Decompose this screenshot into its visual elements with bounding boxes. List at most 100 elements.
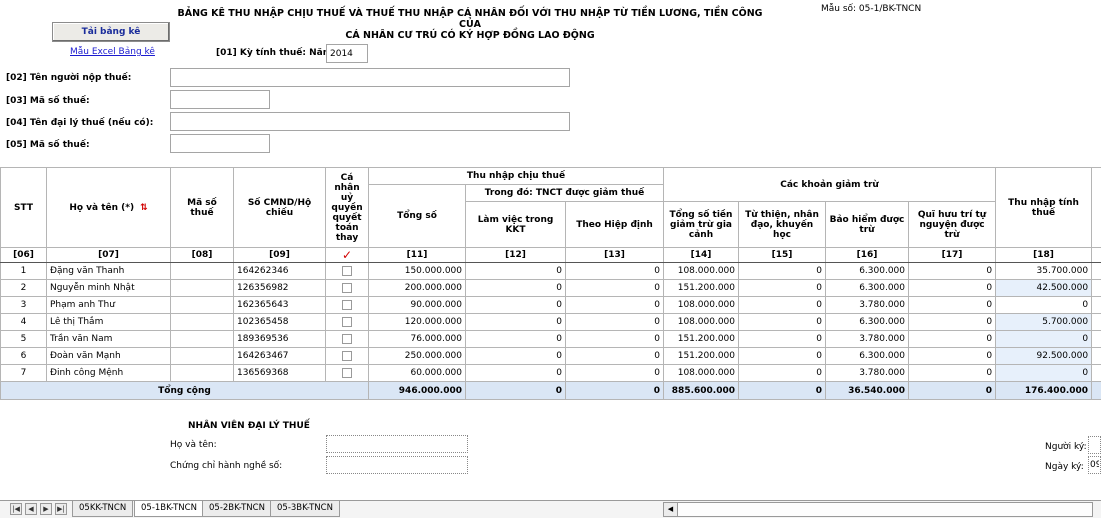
row-tax-code[interactable] (170, 296, 234, 314)
row-authorized[interactable] (325, 347, 369, 365)
row-agreement[interactable]: 0 (565, 296, 664, 314)
row-assessable[interactable]: 5.700.000 (995, 313, 1093, 331)
row-charity[interactable]: 0 (738, 296, 826, 314)
row-name[interactable]: Đặng văn Thanh (46, 262, 171, 280)
sheet-tab[interactable]: 05-2BK-TNCN (202, 501, 272, 517)
row-tax-code[interactable] (170, 330, 234, 348)
row-insurance[interactable]: 3.780.000 (825, 330, 909, 348)
row-assessable[interactable]: 0 (995, 330, 1093, 348)
row-stt[interactable]: 7 (0, 364, 47, 382)
row-pension[interactable]: 0 (907, 279, 997, 297)
row-pension[interactable]: 0 (907, 262, 997, 280)
row-insurance[interactable]: 6.300.000 (825, 313, 909, 331)
agent-name-input[interactable] (170, 112, 570, 131)
row-id-no[interactable]: 102365458 (233, 313, 326, 331)
authorize-checkbox[interactable] (342, 367, 352, 378)
row-name[interactable]: Trần văn Nam (46, 330, 171, 348)
row-family[interactable]: 151.200.000 (663, 347, 739, 365)
first-sheet-icon[interactable]: |◀ (10, 503, 22, 515)
row-stt[interactable]: 4 (0, 313, 47, 331)
authorize-checkbox[interactable] (342, 282, 352, 293)
row-insurance[interactable]: 3.780.000 (825, 296, 909, 314)
row-name[interactable]: Phạm anh Thư (46, 296, 171, 314)
sheet-tab[interactable]: 05KK-TNCN (72, 501, 134, 517)
row-kkt[interactable]: 0 (465, 313, 566, 331)
authorize-checkbox[interactable] (342, 265, 352, 276)
prev-sheet-icon[interactable]: ◀ (25, 503, 37, 515)
row-kkt[interactable]: 0 (465, 279, 566, 297)
sheet-tab[interactable]: 05-3BK-TNCN (270, 501, 340, 517)
row-name[interactable]: Đinh công Mệnh (46, 364, 171, 382)
authorize-checkbox[interactable] (342, 299, 352, 310)
row-tax-code[interactable] (170, 262, 234, 280)
scroll-left-icon[interactable]: ◀ (664, 503, 678, 516)
signer-input[interactable] (1088, 436, 1101, 454)
row-kkt[interactable]: 0 (465, 347, 566, 365)
row-total[interactable]: 120.000.000 (368, 313, 466, 331)
agent-cert-input[interactable] (326, 456, 468, 474)
row-stt[interactable]: 3 (0, 296, 47, 314)
row-charity[interactable]: 0 (738, 262, 826, 280)
row-agreement[interactable]: 0 (565, 364, 664, 382)
row-total[interactable]: 250.000.000 (368, 347, 466, 365)
row-assessable[interactable]: 0 (995, 296, 1093, 314)
row-agreement[interactable]: 0 (565, 347, 664, 365)
load-list-button[interactable]: Tải bảng kê (52, 22, 170, 42)
row-pension[interactable]: 0 (907, 330, 997, 348)
tax-code-input[interactable] (170, 90, 270, 109)
sign-date-input[interactable] (1088, 456, 1101, 474)
row-total[interactable]: 200.000.000 (368, 279, 466, 297)
row-family[interactable]: 108.000.000 (663, 313, 739, 331)
authorize-checkbox[interactable] (342, 350, 352, 361)
row-kkt[interactable]: 0 (465, 262, 566, 280)
row-pension[interactable]: 0 (907, 296, 997, 314)
authorize-checkbox[interactable] (342, 333, 352, 344)
row-authorized[interactable] (325, 313, 369, 331)
row-stt[interactable]: 2 (0, 279, 47, 297)
row-pension[interactable]: 0 (907, 347, 997, 365)
row-assessable[interactable]: 92.500.000 (995, 347, 1093, 365)
row-kkt[interactable]: 0 (465, 296, 566, 314)
authorize-checkbox[interactable] (342, 316, 352, 327)
row-name[interactable]: Lê thị Thắm (46, 313, 171, 331)
row-stt[interactable]: 6 (0, 347, 47, 365)
row-family[interactable]: 151.200.000 (663, 330, 739, 348)
last-sheet-icon[interactable]: ▶| (55, 503, 67, 515)
row-tax-code[interactable] (170, 279, 234, 297)
row-charity[interactable]: 0 (738, 330, 826, 348)
agent-tax-code-input[interactable] (170, 134, 270, 153)
row-stt[interactable]: 5 (0, 330, 47, 348)
row-id-no[interactable]: 162365643 (233, 296, 326, 314)
agent-person-name-input[interactable] (326, 435, 468, 453)
row-tax-code[interactable] (170, 347, 234, 365)
row-total[interactable]: 90.000.000 (368, 296, 466, 314)
row-total[interactable]: 60.000.000 (368, 364, 466, 382)
row-assessable[interactable]: 42.500.000 (995, 279, 1093, 297)
row-pension[interactable]: 0 (907, 364, 997, 382)
row-authorized[interactable] (325, 279, 369, 297)
row-id-no[interactable]: 126356982 (233, 279, 326, 297)
row-insurance[interactable]: 6.300.000 (825, 262, 909, 280)
row-insurance[interactable]: 6.300.000 (825, 347, 909, 365)
row-charity[interactable]: 0 (738, 347, 826, 365)
row-kkt[interactable]: 0 (465, 364, 566, 382)
row-name[interactable]: Đoàn văn Mạnh (46, 347, 171, 365)
row-charity[interactable]: 0 (738, 279, 826, 297)
row-agreement[interactable]: 0 (565, 279, 664, 297)
row-assessable[interactable]: 35.700.000 (995, 262, 1093, 280)
row-pension[interactable]: 0 (907, 313, 997, 331)
row-insurance[interactable]: 6.300.000 (825, 279, 909, 297)
row-agreement[interactable]: 0 (565, 313, 664, 331)
row-charity[interactable]: 0 (738, 313, 826, 331)
sort-arrows-icon[interactable]: ⇅ (140, 203, 148, 213)
row-name[interactable]: Nguyễn minh Nhật (46, 279, 171, 297)
row-id-no[interactable]: 189369536 (233, 330, 326, 348)
row-charity[interactable]: 0 (738, 364, 826, 382)
row-agreement[interactable]: 0 (565, 330, 664, 348)
row-id-no[interactable]: 164262346 (233, 262, 326, 280)
row-family[interactable]: 108.000.000 (663, 296, 739, 314)
horizontal-scrollbar[interactable]: ◀ (663, 502, 1093, 517)
row-assessable[interactable]: 0 (995, 364, 1093, 382)
row-authorized[interactable] (325, 296, 369, 314)
row-authorized[interactable] (325, 364, 369, 382)
